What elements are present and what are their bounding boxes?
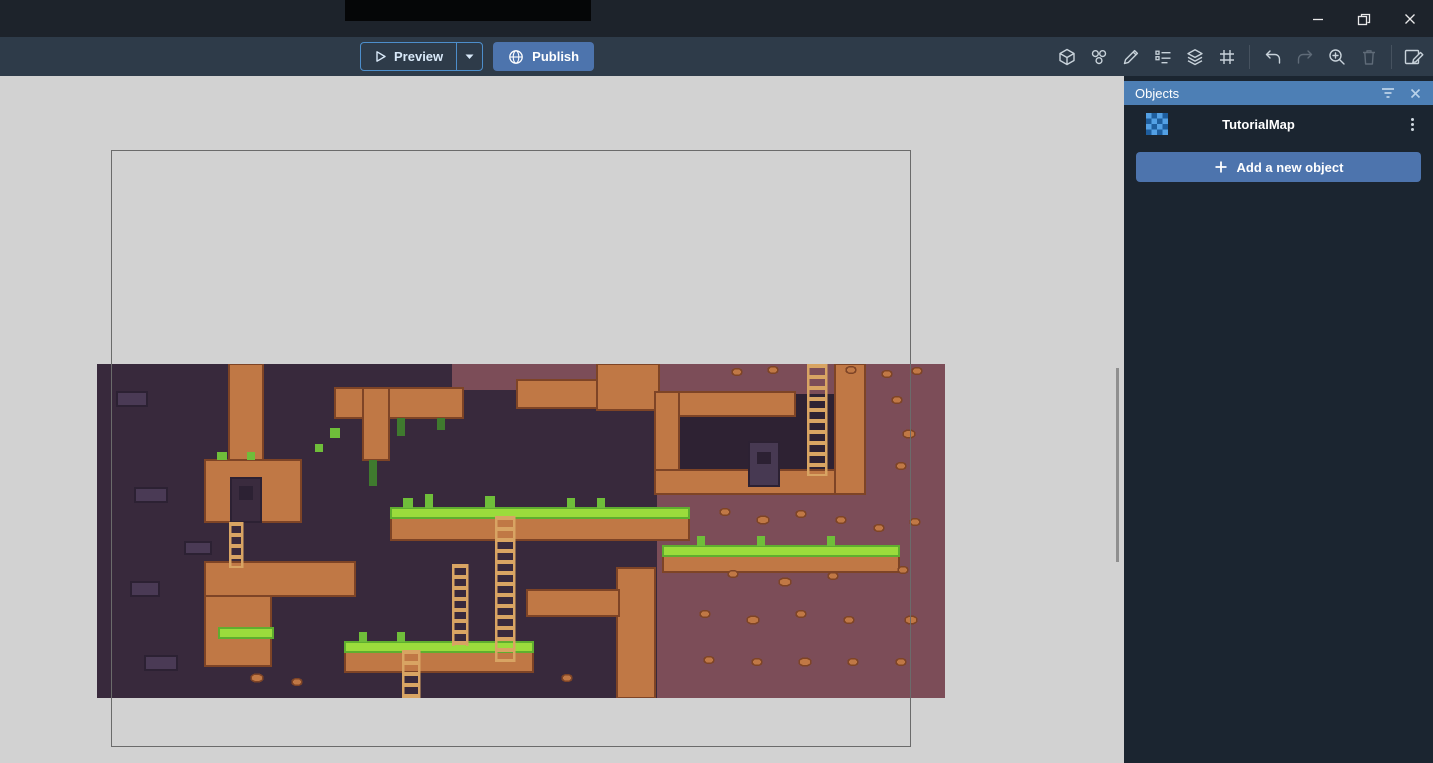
zoom-in-icon — [1327, 47, 1347, 67]
object-row-tutorialmap[interactable]: TutorialMap — [1124, 105, 1433, 143]
objects-panel-header: Objects — [1124, 81, 1433, 105]
globe-icon — [508, 49, 524, 65]
trash-button[interactable] — [1355, 43, 1382, 71]
titlebar — [0, 0, 1433, 37]
project-tab-strip — [345, 0, 591, 21]
preview-button-label: Preview — [394, 49, 443, 64]
preview-dropdown-button[interactable] — [456, 42, 483, 71]
redo-button[interactable] — [1291, 43, 1318, 71]
layers-button[interactable] — [1181, 43, 1208, 71]
events-list-icon — [1153, 47, 1173, 67]
edit-pencil-button[interactable] — [1117, 43, 1144, 71]
close-window-icon — [1401, 10, 1419, 28]
3d-box-button[interactable] — [1053, 43, 1080, 71]
chevron-down-icon — [464, 53, 475, 61]
canvas-vertical-scrollbar[interactable] — [1116, 368, 1119, 562]
grid-button[interactable] — [1213, 43, 1240, 71]
filter-icon — [1380, 86, 1396, 100]
plus-icon — [1214, 160, 1228, 174]
restore-icon — [1355, 10, 1373, 28]
play-outline-icon — [374, 50, 387, 63]
tilemap-instance[interactable] — [97, 364, 945, 698]
object-cluster-button[interactable] — [1085, 43, 1112, 71]
scene-canvas[interactable] — [0, 76, 1124, 763]
window-controls — [1295, 0, 1433, 37]
toolbar-separator — [1391, 45, 1392, 69]
preview-button[interactable]: Preview — [360, 42, 457, 71]
objects-panel-close-button[interactable] — [1409, 87, 1422, 100]
preview-button-group: Preview — [360, 42, 483, 71]
restore-button[interactable] — [1341, 0, 1387, 37]
toolbar: Preview Publish — [0, 37, 1433, 76]
add-object-button-label: Add a new object — [1237, 160, 1344, 175]
zoom-in-button[interactable] — [1323, 43, 1350, 71]
trash-icon — [1359, 47, 1379, 67]
gdevelop-window: Preview Publish — [0, 0, 1433, 763]
pencil-icon — [1121, 47, 1141, 67]
object-menu-button[interactable] — [1407, 114, 1418, 135]
minimize-button[interactable] — [1295, 0, 1341, 37]
events-list-button[interactable] — [1149, 43, 1176, 71]
add-object-button[interactable]: Add a new object — [1136, 152, 1421, 182]
close-button[interactable] — [1387, 0, 1433, 37]
publish-button-label: Publish — [532, 49, 579, 64]
toolbar-separator — [1249, 45, 1250, 69]
layers-icon — [1185, 47, 1205, 67]
objects-panel: Objects Tuto — [1124, 76, 1433, 763]
minimize-icon — [1309, 10, 1327, 28]
scene-edit-button[interactable] — [1401, 43, 1428, 71]
publish-button[interactable]: Publish — [493, 42, 594, 71]
redo-icon — [1295, 47, 1315, 67]
undo-button[interactable] — [1259, 43, 1286, 71]
scene-edit-icon — [1403, 46, 1427, 68]
tilemap-checker-icon — [1146, 113, 1168, 135]
grid-icon — [1217, 47, 1237, 67]
object-cluster-icon — [1089, 47, 1109, 67]
objects-panel-title: Objects — [1135, 86, 1367, 101]
close-icon — [1409, 87, 1422, 100]
3d-box-icon — [1057, 47, 1077, 67]
undo-icon — [1263, 47, 1283, 67]
objects-filter-button[interactable] — [1380, 86, 1396, 100]
object-name: TutorialMap — [1168, 117, 1407, 132]
